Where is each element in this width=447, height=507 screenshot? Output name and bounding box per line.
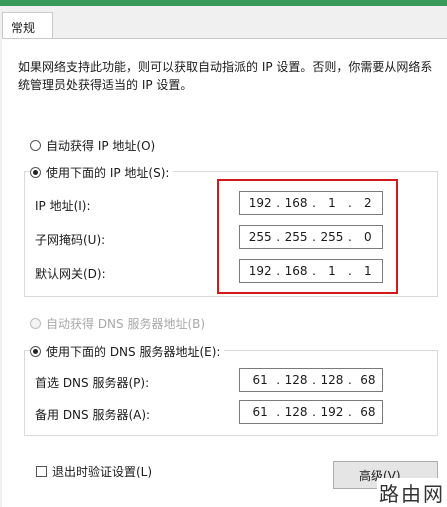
auto-ip-radio[interactable]	[30, 140, 41, 151]
manual-dns-label: 使用下面的 DNS 服务器地址(E):	[46, 345, 221, 359]
window-top-strip	[0, 0, 447, 6]
validate-checkbox[interactable]	[36, 466, 47, 477]
tab-general[interactable]: 常规	[2, 12, 53, 39]
auto-dns-label: 自动获得 DNS 服务器地址(B)	[46, 317, 206, 331]
manual-dns-radio[interactable]	[30, 346, 41, 357]
auto-ip-label: 自动获得 IP 地址(O)	[46, 139, 156, 153]
subnet-mask-label: 子网掩码(U):	[35, 233, 106, 247]
validate-option[interactable]: 退出时验证设置(L)	[36, 463, 152, 480]
octet: 61	[252, 405, 268, 419]
manual-ip-option[interactable]: 使用下面的 IP 地址(S):	[30, 164, 174, 181]
default-gateway-label: 默认网关(D):	[35, 267, 106, 281]
validate-label: 退出时验证设置(L)	[52, 465, 153, 479]
octet: 128	[320, 373, 344, 387]
preferred-dns-input[interactable]: 61. 128. 128. 68	[239, 368, 383, 392]
alternate-dns-label: 备用 DNS 服务器(A):	[35, 408, 151, 422]
manual-ip-radio[interactable]	[30, 167, 41, 178]
description-text: 如果网络支持此功能，则可以获取自动指派的 IP 设置。否则，你需要从网络系统管理…	[18, 60, 433, 92]
preferred-dns-label: 首选 DNS 服务器(P):	[35, 376, 150, 390]
octet: 128	[284, 405, 308, 419]
ip-address-label: IP 地址(I):	[35, 199, 91, 213]
highlight-box	[217, 179, 398, 294]
octet: 68	[360, 405, 376, 419]
watermark-logo: 路由网	[377, 478, 447, 507]
alternate-dns-input[interactable]: 61. 128. 192. 68	[239, 400, 383, 424]
manual-dns-option[interactable]: 使用下面的 DNS 服务器地址(E):	[30, 343, 225, 360]
auto-dns-radio[interactable]	[30, 318, 41, 329]
manual-ip-label: 使用下面的 IP 地址(S):	[46, 166, 170, 180]
auto-dns-option[interactable]: 自动获得 DNS 服务器地址(B)	[30, 315, 205, 332]
auto-ip-option[interactable]: 自动获得 IP 地址(O)	[30, 137, 155, 154]
octet: 128	[284, 373, 308, 387]
octet: 68	[360, 373, 376, 387]
octet: 192	[320, 405, 344, 419]
octet: 61	[252, 373, 268, 387]
